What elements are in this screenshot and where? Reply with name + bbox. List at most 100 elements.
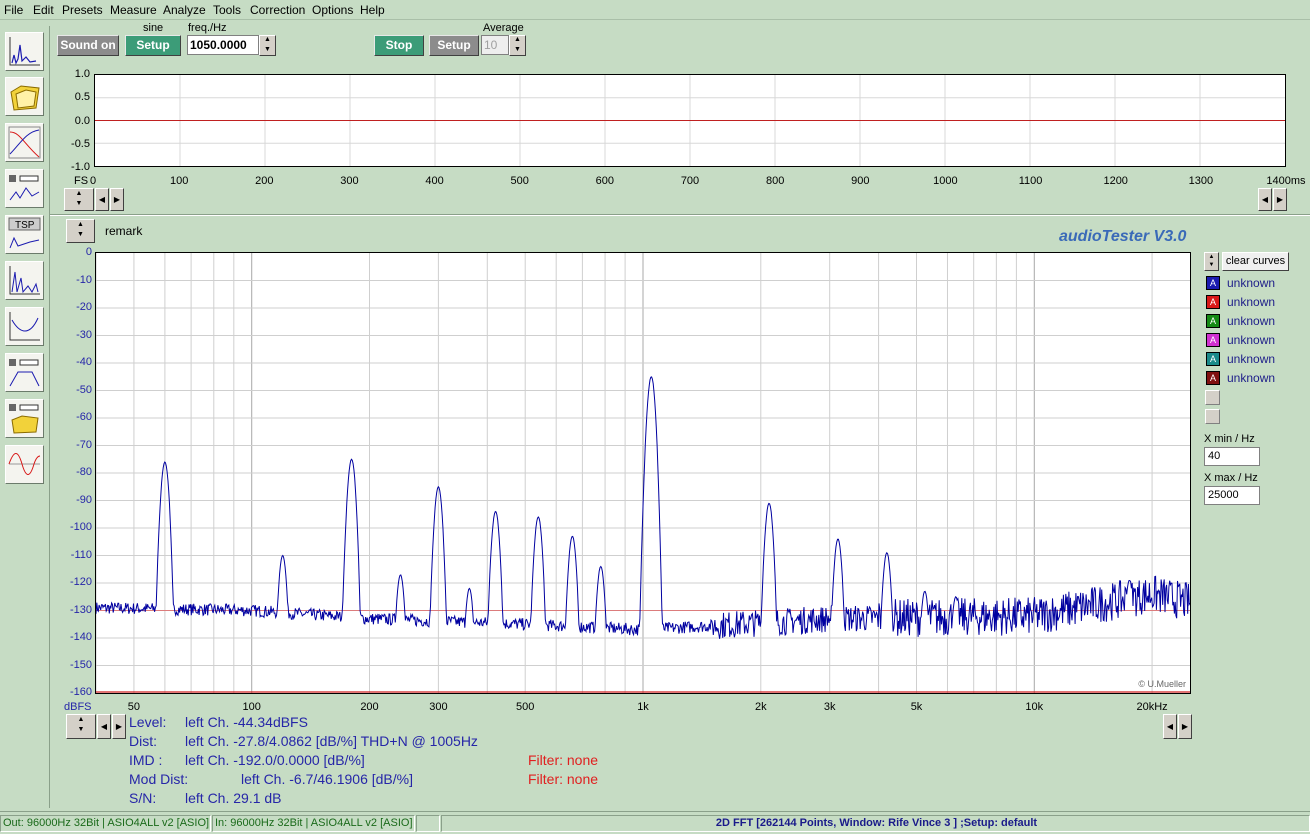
scope-x-tick: 400 [425,175,444,187]
fft-plot[interactable]: © U.Mueller [95,252,1191,694]
xmax-label: X max / Hz [1204,472,1258,484]
splitter[interactable] [50,214,1310,216]
filter-sweep-tool-button[interactable] [5,353,44,392]
freq-spinner[interactable]: ▲ ▼ [259,35,276,56]
copyright-label: © U.Mueller [1138,679,1186,689]
average-spinner[interactable]: ▲ ▼ [509,35,526,56]
stop-button[interactable]: Stop [374,35,424,56]
fft-y-tick: 0 [85,246,92,258]
scope-scroll-left[interactable]: ◀ [95,188,109,211]
mod-dist-value: left Ch. -6.7/46.1906 [dB/%] [241,771,413,787]
curve-name-label[interactable]: unknown [1227,352,1275,366]
brand-title: audioTester V3.0 [1059,228,1187,245]
curve-name-label[interactable]: unknown [1227,371,1275,385]
xmin-label: X min / Hz [1204,433,1255,445]
curve-spinner[interactable]: ▲ ▼ [1204,252,1219,271]
sweep-tool-button[interactable] [5,169,44,208]
menu-analyze[interactable]: Analyze [163,3,206,17]
menu-file[interactable]: File [4,3,23,17]
folder-icon [10,85,40,111]
impedance-tool-button[interactable] [5,307,44,346]
scope-y-tick: 1.0 [74,68,90,80]
signal-mode-label: sine [143,22,164,34]
analyzer-setup-button[interactable]: Setup [429,35,479,56]
remark-label[interactable]: remark [105,224,142,238]
scope-x-tick: 200 [255,175,274,187]
open-file-tool-button[interactable] [5,77,44,116]
impedance-icon [9,312,40,341]
xmin-input[interactable]: 40 [1204,447,1260,466]
spectrum-tool-button[interactable] [5,261,44,300]
load-setup-tool-button[interactable] [5,399,44,438]
sn-label: S/N: [129,790,157,806]
oscilloscope-tool-button[interactable] [5,445,44,484]
fft-y-tick: -130 [69,603,92,616]
clear-curves-button[interactable]: clear curves [1222,252,1289,271]
average-label: Average [483,22,524,34]
frequency-response-tool-button[interactable] [5,123,44,162]
curve-color-swatch[interactable]: A [1206,295,1220,309]
curve-name-label[interactable]: unknown [1227,333,1275,347]
fft-scroll-left[interactable]: ◀ [97,714,111,739]
menu-presets[interactable]: Presets [62,3,103,17]
scope-x-tick: 100 [169,175,189,187]
menu-edit[interactable]: Edit [33,3,54,17]
freq-label: freq./Hz [188,22,227,34]
xmax-input[interactable]: 25000 [1204,486,1260,505]
freq-input[interactable]: 1050.0000 [187,35,259,55]
curve-color-swatch[interactable]: A [1206,276,1220,290]
fft-pan-right[interactable]: ▶ [1178,714,1192,739]
fft-tool-button[interactable] [5,32,44,71]
scope-x-tick: 800 [765,175,785,187]
curve-name-label[interactable]: unknown [1227,276,1275,290]
tsp-tool-button[interactable]: TSP [5,215,44,254]
scope-x-tick: 600 [595,175,615,187]
fft-x-tick: 10k [1025,701,1044,713]
fft-scroll-right[interactable]: ▶ [112,714,126,739]
scope-pan-left[interactable]: ◀ [1258,188,1272,211]
menu-measure[interactable]: Measure [110,3,157,17]
status-analysis-info: 2D FFT [262144 Points, Window: Rife Vinc… [441,815,1310,832]
scope-pan-right[interactable]: ▶ [1273,188,1287,211]
scope-fs-label: FS [74,175,89,187]
empty-curve-slot-2[interactable] [1205,409,1220,424]
level-value: left Ch. -44.34dBFS [185,714,308,730]
menu-correction[interactable]: Correction [250,3,305,17]
dist-label: Dist: [129,733,157,749]
fft-y-tick: -140 [69,631,92,643]
average-input[interactable]: 10 [481,35,509,55]
fft-x-tick: 100 [242,701,261,713]
fft-x-tick: 20kHz [1136,701,1168,713]
scope-plot[interactable] [94,74,1286,167]
curve-color-swatch[interactable]: A [1206,371,1220,385]
curve-color-swatch[interactable]: A [1206,352,1220,366]
curve-name-label[interactable]: unknown [1227,295,1275,309]
status-spacer [416,815,440,832]
y-unit-label: dBFS [64,701,92,713]
imd-label: IMD : [129,752,163,768]
fft-y-tick: -160 [69,686,92,698]
fft-ytop-spinner[interactable]: ▲ ▼ [66,219,95,243]
scope-zoom-spinner[interactable]: ▲ ▼ [64,188,94,211]
fft-y-tick: -60 [76,411,92,423]
generator-setup-button[interactable]: Setup [125,35,181,56]
menu-help[interactable]: Help [360,3,385,17]
menu-tools[interactable]: Tools [213,3,241,17]
scope-scroll-right[interactable]: ▶ [110,188,124,211]
sn-value: left Ch. 29.1 dB [185,790,282,806]
menu-bar: File Edit Presets Measure Analyze Tools Correc… [0,0,1310,20]
svg-text:TSP: TSP [15,220,35,231]
curve-color-swatch[interactable]: A [1206,314,1220,328]
fft-x-tick: 300 [429,701,448,713]
menu-options[interactable]: Options [312,3,353,17]
fft-y-tick: -150 [69,658,92,671]
fft-pan-left[interactable]: ◀ [1163,714,1177,739]
sound-on-button[interactable]: Sound on [57,35,119,56]
curve-name-label[interactable]: unknown [1227,314,1275,328]
fft-y-tick: -30 [76,328,92,341]
curve-color-swatch[interactable]: A [1206,333,1220,347]
scope-x-tick: 1200 [1103,175,1128,187]
scope-x-tick: 1400ms [1266,175,1306,187]
fft-ybottom-spinner[interactable]: ▲ ▼ [66,714,96,739]
empty-curve-slot-1[interactable] [1205,390,1220,405]
